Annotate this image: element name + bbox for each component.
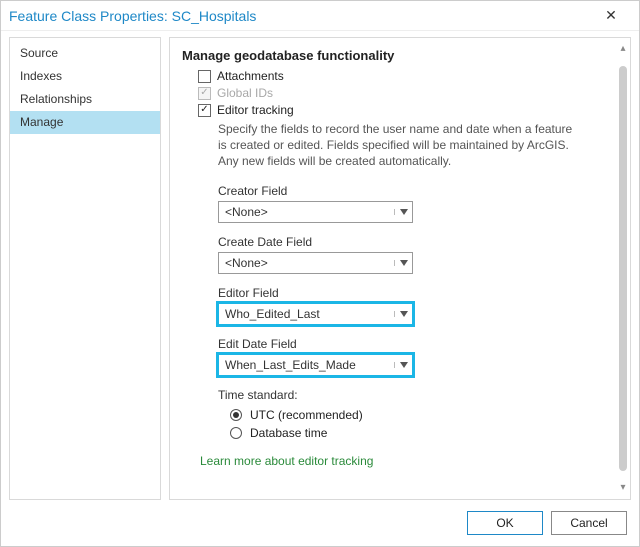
titlebar: Feature Class Properties: SC_Hospitals ✕ xyxy=(1,1,639,31)
checkbox-editortracking-label: Editor tracking xyxy=(217,103,294,117)
nav-item-indexes[interactable]: Indexes xyxy=(10,65,160,88)
chevron-down-icon xyxy=(394,209,412,215)
nav-item-source[interactable]: Source xyxy=(10,42,160,65)
time-standard-label: Time standard: xyxy=(218,388,610,402)
nav-item-manage[interactable]: Manage xyxy=(10,111,160,134)
createdate-field-value: <None> xyxy=(219,256,394,270)
editor-field-value: Who_Edited_Last xyxy=(219,307,394,321)
section-title: Manage geodatabase functionality xyxy=(182,48,610,63)
creator-field-combo[interactable]: <None> xyxy=(218,201,413,223)
editor-tracking-description: Specify the fields to record the user na… xyxy=(218,121,578,170)
editdate-field-block: Edit Date Field When_Last_Edits_Made xyxy=(218,337,610,376)
checkbox-globalids-label: Global IDs xyxy=(217,86,273,100)
scroll-down-icon[interactable]: ▾ xyxy=(620,481,625,495)
window-title: Feature Class Properties: SC_Hospitals xyxy=(9,8,591,24)
radio-utc[interactable] xyxy=(230,409,242,421)
createdate-field-label: Create Date Field xyxy=(218,235,610,249)
checkbox-globalids-row: ✓ Global IDs xyxy=(198,86,610,100)
chevron-down-icon xyxy=(394,260,412,266)
creator-field-block: Creator Field <None> xyxy=(218,184,610,223)
scroll-thumb[interactable] xyxy=(619,66,627,471)
radio-database[interactable] xyxy=(230,427,242,439)
cancel-button[interactable]: Cancel xyxy=(551,511,627,535)
creator-field-value: <None> xyxy=(219,205,394,219)
nav-panel: Source Indexes Relationships Manage xyxy=(9,37,161,500)
radio-database-label: Database time xyxy=(250,426,327,440)
createdate-field-combo[interactable]: <None> xyxy=(218,252,413,274)
creator-field-label: Creator Field xyxy=(218,184,610,198)
radio-dot-icon xyxy=(233,412,239,418)
vertical-scrollbar[interactable]: ▴ ▾ xyxy=(616,42,630,495)
checkbox-editortracking[interactable]: ✓ xyxy=(198,104,211,117)
editor-field-label: Editor Field xyxy=(218,286,610,300)
checkbox-attachments-label: Attachments xyxy=(217,69,284,83)
nav-item-relationships[interactable]: Relationships xyxy=(10,88,160,111)
createdate-field-block: Create Date Field <None> xyxy=(218,235,610,274)
checkbox-attachments-row[interactable]: Attachments xyxy=(198,69,610,83)
learn-more-link[interactable]: Learn more about editor tracking xyxy=(200,454,610,468)
chevron-down-icon xyxy=(394,362,412,368)
radio-utc-label: UTC (recommended) xyxy=(250,408,363,422)
editor-field-combo[interactable]: Who_Edited_Last xyxy=(218,303,413,325)
radio-utc-row[interactable]: UTC (recommended) xyxy=(230,408,610,422)
editdate-field-combo[interactable]: When_Last_Edits_Made xyxy=(218,354,413,376)
editor-field-block: Editor Field Who_Edited_Last xyxy=(218,286,610,325)
close-button[interactable]: ✕ xyxy=(591,7,631,24)
content-panel: Manage geodatabase functionality Attachm… xyxy=(169,37,631,500)
dialog-body: Source Indexes Relationships Manage Mana… xyxy=(1,31,639,500)
chevron-down-icon xyxy=(394,311,412,317)
editdate-field-value: When_Last_Edits_Made xyxy=(219,358,394,372)
content-scroll-area: Manage geodatabase functionality Attachm… xyxy=(170,38,616,499)
ok-button[interactable]: OK xyxy=(467,511,543,535)
close-icon: ✕ xyxy=(605,7,617,23)
editdate-field-label: Edit Date Field xyxy=(218,337,610,351)
dialog-footer: OK Cancel xyxy=(1,500,639,546)
scroll-track[interactable] xyxy=(619,56,627,481)
dialog-window: Feature Class Properties: SC_Hospitals ✕… xyxy=(0,0,640,547)
radio-database-row[interactable]: Database time xyxy=(230,426,610,440)
scroll-up-icon[interactable]: ▴ xyxy=(620,42,625,56)
checkbox-globalids: ✓ xyxy=(198,87,211,100)
checkbox-attachments[interactable] xyxy=(198,70,211,83)
checkbox-editortracking-row[interactable]: ✓ Editor tracking xyxy=(198,103,610,117)
